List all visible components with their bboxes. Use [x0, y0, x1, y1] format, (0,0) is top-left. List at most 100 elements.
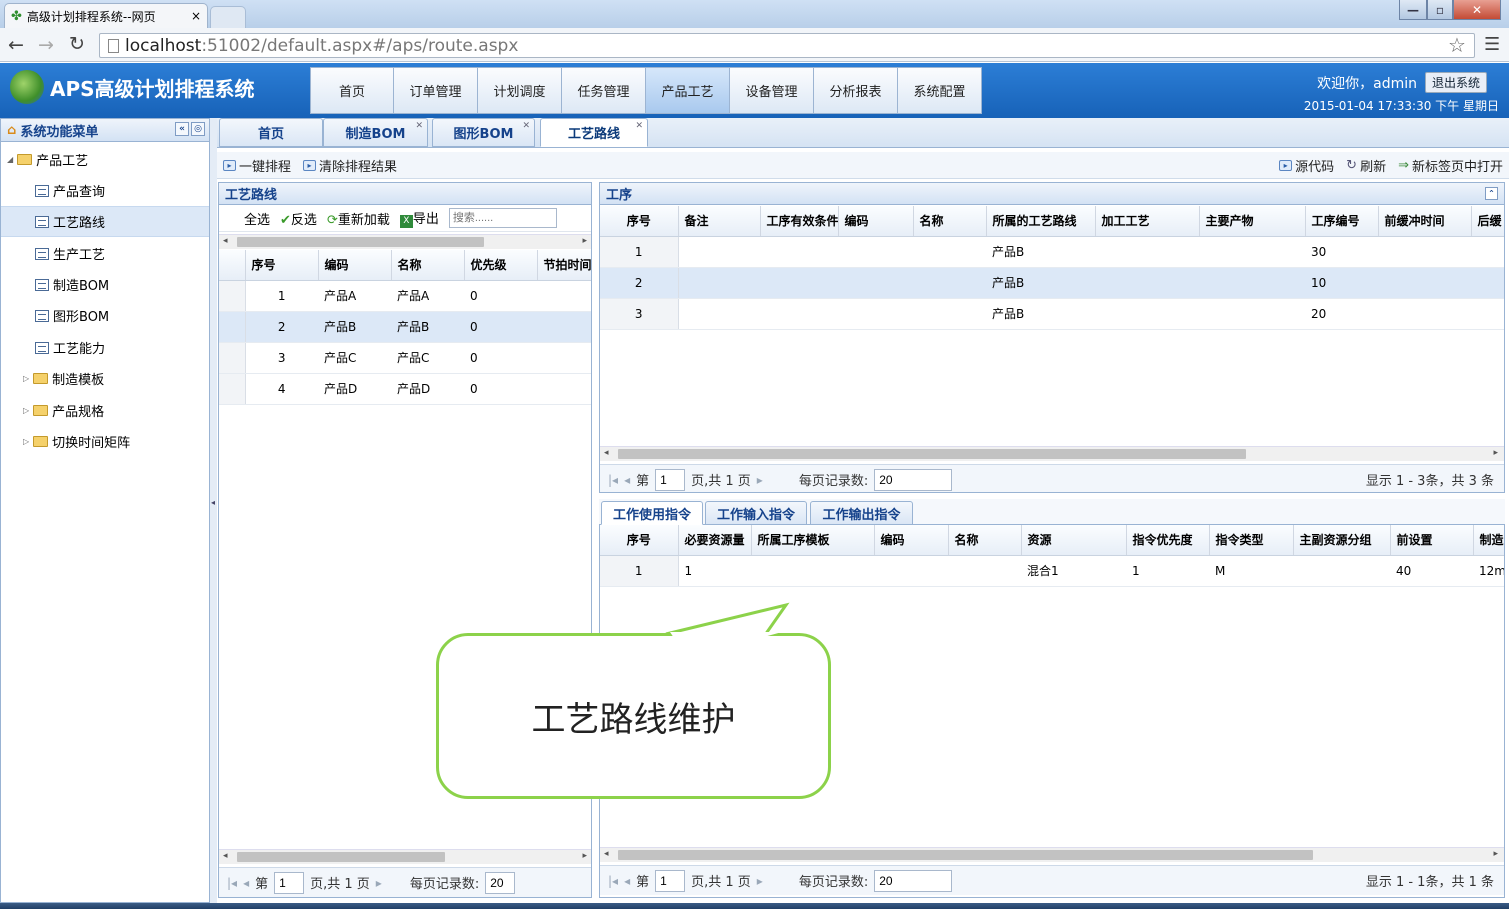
- column-header[interactable]: 编码: [318, 250, 392, 281]
- sidebar-item-3[interactable]: 生产工艺: [1, 238, 209, 269]
- export-button[interactable]: X 导出: [399, 208, 439, 228]
- content-tab-1[interactable]: 制造BOM ✕: [323, 118, 428, 147]
- minimize-button[interactable]: —: [1399, 0, 1427, 20]
- next-page-icon[interactable]: ▸: [757, 473, 763, 487]
- column-header[interactable]: 工序编号: [1305, 206, 1379, 237]
- next-page-icon[interactable]: ▸: [376, 876, 382, 890]
- page-number-input[interactable]: [655, 468, 686, 491]
- column-header[interactable]: 所属工序模板: [751, 525, 875, 556]
- column-header[interactable]: 工序有效条件: [760, 206, 839, 237]
- column-header[interactable]: 编码: [874, 525, 949, 556]
- maximize-button[interactable]: ▫: [1427, 0, 1453, 20]
- column-header[interactable]: 编码: [838, 206, 914, 237]
- nav-item-4[interactable]: 产品工艺: [646, 67, 730, 114]
- tab-close-icon[interactable]: ✕: [522, 121, 530, 131]
- first-page-icon[interactable]: |◂: [608, 874, 618, 888]
- settings-icon[interactable]: ◎: [191, 122, 205, 136]
- table-row[interactable]: 2 产品B 10: [600, 267, 1504, 299]
- route-bottom-scrollbar[interactable]: ◂ ▸: [219, 849, 591, 864]
- reload-icon[interactable]: ↻: [69, 33, 85, 55]
- nav-item-6[interactable]: 分析报表: [814, 67, 898, 114]
- forward-icon[interactable]: →: [38, 34, 54, 56]
- route-top-scrollbar[interactable]: ◂ ▸: [219, 234, 591, 249]
- column-header[interactable]: 前缓冲时间: [1378, 206, 1472, 237]
- column-header[interactable]: 主副资源分组: [1293, 525, 1391, 556]
- refresh-button[interactable]: ↻ 刷新: [1340, 156, 1392, 175]
- column-header[interactable]: 所属的工艺路线: [986, 206, 1096, 237]
- table-row[interactable]: 4 产品D 产品D 0: [219, 373, 591, 405]
- column-header[interactable]: 名称: [948, 525, 1022, 556]
- invert-button[interactable]: ✔反选: [280, 209, 317, 228]
- prev-page-icon[interactable]: ◂: [243, 876, 249, 890]
- url-input[interactable]: localhost:51002/default.aspx#/aps/route.…: [99, 33, 1475, 58]
- page-size-input[interactable]: [874, 869, 953, 892]
- browser-tab[interactable]: ✤ 高级计划排程系统--网页 ×: [4, 3, 208, 28]
- column-header[interactable]: 备注: [678, 206, 761, 237]
- instruction-tab-1[interactable]: 工作输入指令: [705, 501, 807, 525]
- expanded-arrow-icon[interactable]: ◢: [7, 155, 13, 164]
- sidebar-item-0[interactable]: ◢ 产品工艺: [1, 144, 209, 175]
- table-row[interactable]: 1 1 混合1 1 M 40 12m: [600, 555, 1504, 587]
- first-page-icon[interactable]: |◂: [227, 876, 237, 890]
- sidebar-item-4[interactable]: 制造BOM: [1, 269, 209, 300]
- instruction-scrollbar[interactable]: ◂ ▸: [600, 847, 1504, 862]
- instruction-tab-0[interactable]: 工作使用指令: [601, 501, 703, 525]
- back-icon[interactable]: ←: [8, 34, 24, 56]
- column-header[interactable]: 加工工艺: [1095, 206, 1200, 237]
- column-header[interactable]: 序号: [600, 525, 679, 556]
- table-row[interactable]: 1 产品A 产品A 0: [219, 280, 591, 312]
- sidebar-splitter[interactable]: ◂: [210, 118, 217, 903]
- tab-close-icon[interactable]: ✕: [635, 121, 643, 131]
- nav-item-0[interactable]: 首页: [310, 67, 394, 114]
- page-number-input[interactable]: [655, 869, 686, 892]
- column-header[interactable]: 主要产物: [1199, 206, 1306, 237]
- sidebar-item-6[interactable]: 工艺能力: [1, 332, 209, 363]
- collapsed-arrow-icon[interactable]: ▷: [23, 437, 29, 446]
- new-tab-button[interactable]: [210, 6, 246, 28]
- next-page-icon[interactable]: ▸: [757, 874, 763, 888]
- reload-button[interactable]: ⟳重新加载: [327, 209, 390, 228]
- close-button[interactable]: ✕: [1453, 0, 1501, 20]
- table-row[interactable]: 2 产品B 产品B 0: [219, 311, 591, 343]
- bookmark-star-icon[interactable]: ☆: [1448, 33, 1466, 57]
- sidebar-item-8[interactable]: ▷ 产品规格: [1, 395, 209, 426]
- sidebar-item-9[interactable]: ▷ 切换时间矩阵: [1, 426, 209, 457]
- nav-item-3[interactable]: 任务管理: [562, 67, 646, 114]
- table-row[interactable]: 3 产品C 产品C 0: [219, 342, 591, 374]
- content-tab-0[interactable]: 首页: [219, 118, 323, 147]
- browser-menu-icon[interactable]: ☰: [1484, 34, 1500, 55]
- row-handle[interactable]: [219, 373, 246, 405]
- one-click-schedule-button[interactable]: ▸ 一键排程: [217, 156, 297, 175]
- source-code-button[interactable]: ▸ 源代码: [1273, 156, 1340, 175]
- instruction-tab-2[interactable]: 工作输出指令: [810, 501, 913, 525]
- tab-close-icon[interactable]: ✕: [415, 121, 423, 131]
- page-size-input[interactable]: [485, 871, 516, 894]
- open-new-tab-button[interactable]: ⇒ 新标签页中打开: [1392, 156, 1509, 175]
- clear-schedule-button[interactable]: ▸ 清除排程结果: [297, 156, 403, 175]
- column-header[interactable]: 序号: [600, 206, 679, 237]
- column-header[interactable]: 前设置: [1390, 525, 1474, 556]
- collapse-icon[interactable]: «: [175, 122, 189, 136]
- column-header[interactable]: 必要资源量: [678, 525, 752, 556]
- column-header[interactable]: 制造: [1473, 525, 1504, 556]
- column-header[interactable]: 节拍时间: [537, 250, 591, 281]
- select-all-button[interactable]: 全选: [244, 209, 270, 228]
- collapse-panel-icon[interactable]: ⌃: [1485, 187, 1498, 200]
- nav-item-5[interactable]: 设备管理: [730, 67, 814, 114]
- prev-page-icon[interactable]: ◂: [624, 473, 630, 487]
- page-number-input[interactable]: [274, 871, 305, 894]
- column-header[interactable]: 资源: [1021, 525, 1127, 556]
- column-header[interactable]: 后缓: [1471, 206, 1504, 237]
- column-header[interactable]: 指令优先度: [1126, 525, 1210, 556]
- collapsed-arrow-icon[interactable]: ▷: [23, 374, 29, 383]
- content-tab-3[interactable]: 工艺路线 ✕: [540, 118, 648, 147]
- column-header[interactable]: 名称: [391, 250, 465, 281]
- table-row[interactable]: 3 产品B 20: [600, 298, 1504, 330]
- column-header[interactable]: 优先级: [464, 250, 538, 281]
- process-scrollbar[interactable]: ◂ ▸: [600, 446, 1504, 461]
- logout-button[interactable]: 退出系统: [1424, 72, 1487, 93]
- sidebar-item-5[interactable]: 图形BOM: [1, 300, 209, 331]
- search-input[interactable]: [448, 208, 557, 228]
- sidebar-item-1[interactable]: 产品查询: [1, 175, 209, 206]
- nav-item-2[interactable]: 计划调度: [478, 67, 562, 114]
